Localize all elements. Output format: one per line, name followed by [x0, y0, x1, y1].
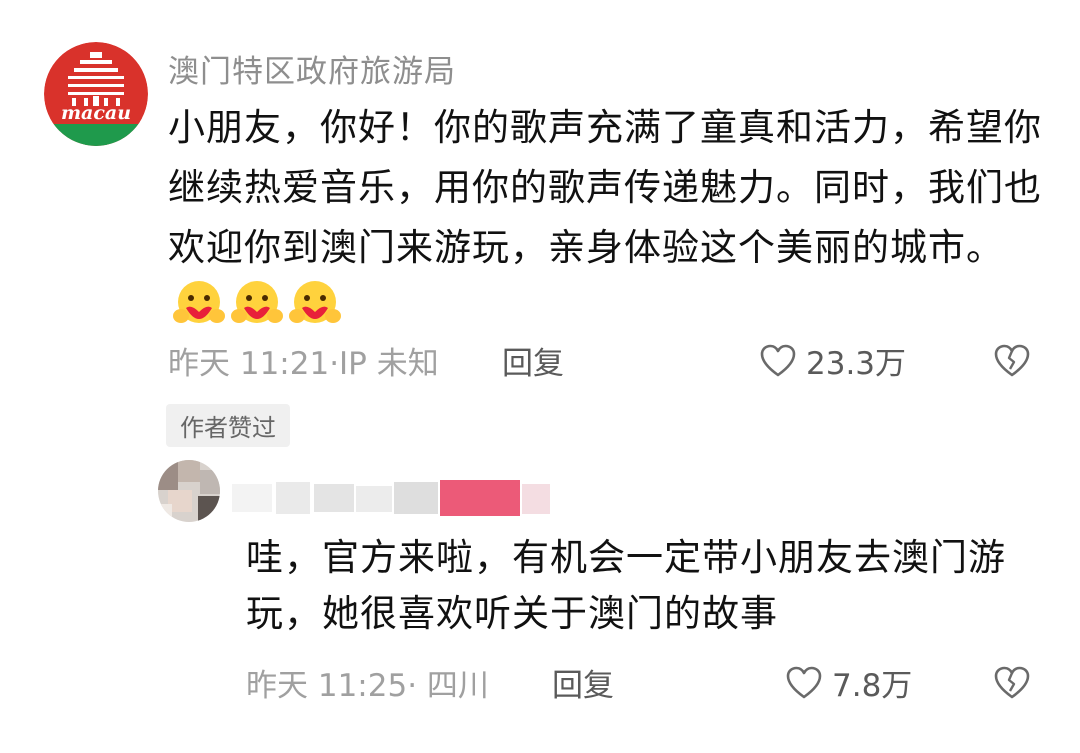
- heart-like-icon[interactable]: [760, 344, 796, 378]
- broken-heart-dislike-icon[interactable]: [994, 344, 1030, 378]
- reply-avatar[interactable]: [158, 460, 220, 522]
- macau-logo-icon: [44, 42, 148, 146]
- avatar-macau-tourism[interactable]: macau: [44, 42, 148, 146]
- reply-like-count: 7.8万: [832, 668, 913, 704]
- reply-text: 哇，官方来啦，有机会一定带小朋友去澳门游玩，她很喜欢听关于澳门的故事: [246, 536, 1006, 635]
- broken-heart-dislike-icon[interactable]: [994, 666, 1030, 700]
- reply-reply-button[interactable]: 回复: [552, 660, 614, 705]
- author-liked-badge: 作者赞过: [166, 404, 290, 447]
- hugging-heart-emoji-icon: [288, 278, 342, 332]
- comment-username[interactable]: 澳门特区政府旅游局: [168, 46, 456, 91]
- comment-text: 小朋友，你好！你的歌声充满了童真和活力，希望你继续热爱音乐，用你的歌声传递魅力。…: [168, 98, 1048, 340]
- comment-reply-button[interactable]: 回复: [502, 338, 564, 383]
- comment-text-content: 小朋友，你好！你的歌声充满了童真和活力，希望你继续热爱音乐，用你的歌声传递魅力。…: [168, 106, 1042, 269]
- reply-time-location: 昨天 11:25· 四川: [246, 668, 489, 704]
- heart-like-icon[interactable]: [786, 666, 822, 700]
- comment-time-location: 昨天 11:21·IP 未知: [168, 346, 439, 382]
- hugging-heart-emoji-icon: [172, 278, 226, 332]
- comment-like-count: 23.3万: [806, 346, 907, 382]
- reply-username-blurred[interactable]: [232, 478, 552, 518]
- macau-logo-text: macau: [60, 102, 132, 124]
- hugging-heart-emoji-icon: [230, 278, 284, 332]
